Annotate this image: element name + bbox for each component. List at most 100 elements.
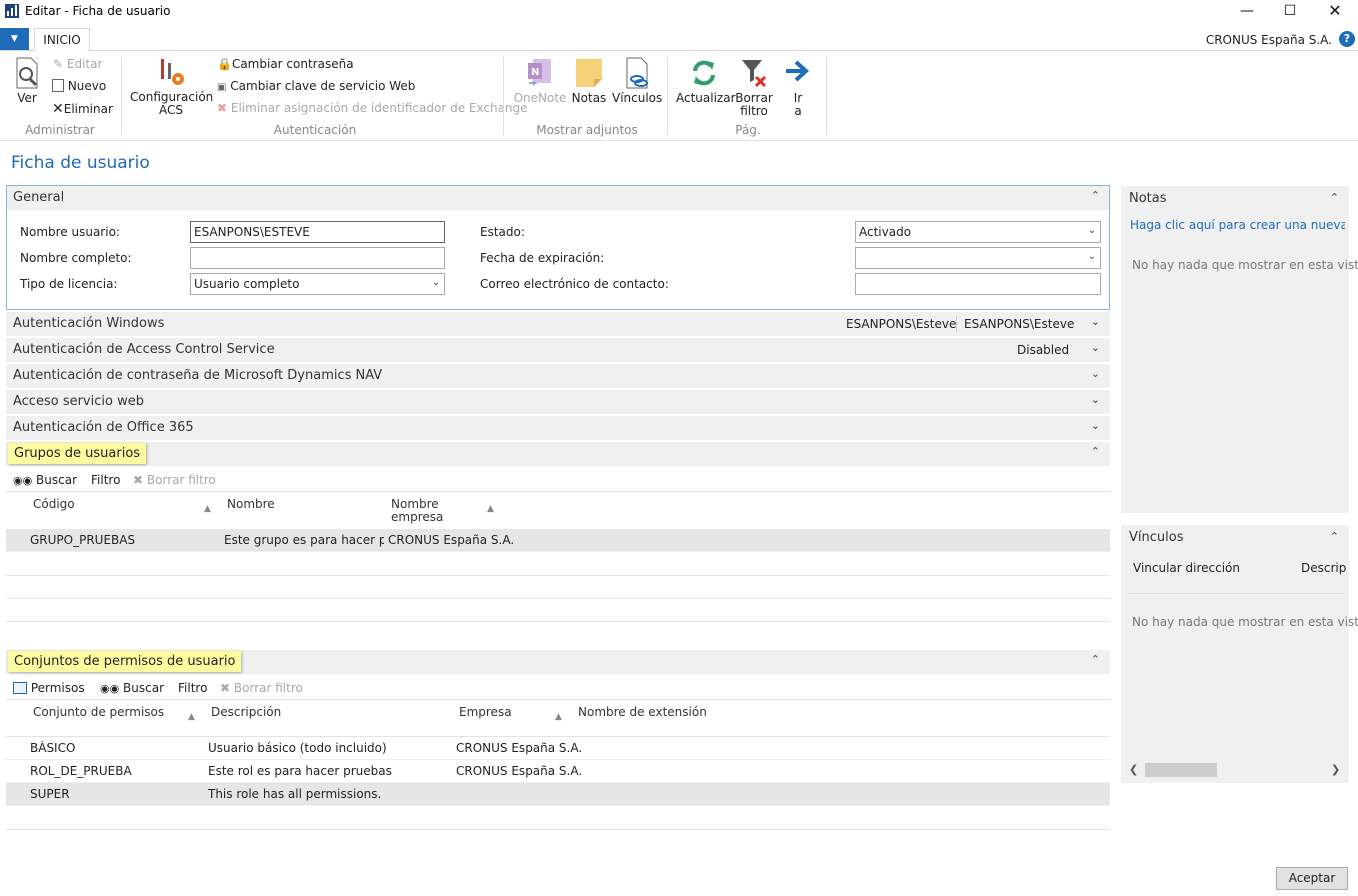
app-icon [5,4,19,18]
correo-input[interactable] [855,273,1101,295]
cambiar-clave-web-button[interactable]: ▣ Cambiar clave de servicio Web [217,79,415,93]
app-menu-button[interactable]: ▼ [0,28,29,50]
table-row[interactable]: ROL_DE_PRUEBA Este rol es para hacer pru… [6,760,1110,783]
sort-up-icon: ▲ [204,504,211,514]
fasttab-autenticacion-acs[interactable]: Autenticación de Access Control Service … [6,338,1110,362]
vinculos-empty-text: No hay nada que mostrar en esta vista. [1132,615,1358,629]
section-title: Autenticación de Office 365 [13,420,194,435]
cell-descripcion: Usuario básico (todo incluido) [208,741,387,755]
notas-button[interactable]: Notas [570,57,608,105]
group-label-administrar: Administrar [25,123,95,137]
divider [6,575,1110,576]
view-page-icon [16,57,38,89]
ir-a-button[interactable]: Ir a [780,57,816,118]
nombre-usuario-input[interactable]: ESANPONS\ESTEVE [190,221,445,243]
grupos-filtro-button[interactable]: Filtro [91,473,120,487]
scroll-left-icon[interactable]: ❮ [1129,763,1138,776]
minimize-button[interactable]: — [1224,0,1270,24]
group-label-adjuntos: Mostrar adjuntos [536,123,638,137]
ribbon-tabs: ▼ INICIO CRONUS España S.A. ? [0,28,1358,52]
col-nombre-empresa[interactable]: Nombre empresa [391,498,443,524]
chevron-up-icon[interactable]: ⌃ [1091,189,1100,202]
cell-conjunto: SUPER [30,787,70,801]
actualizar-button[interactable]: Actualizar [676,57,736,105]
cambiar-contrasena-button[interactable]: 🔒Cambiar contraseña [217,57,354,71]
pencil-icon: ✎ [53,57,64,71]
editar-button[interactable]: ✎ Editar [53,57,102,71]
chevron-up-icon: ⌃ [1090,445,1100,458]
cell-conjunto: BÁSICO [30,741,76,755]
fecha-expiracion-input[interactable]: ⌄ [855,247,1101,269]
scroll-right-icon[interactable]: ❯ [1331,763,1340,776]
close-button[interactable]: ✕ [1312,0,1358,24]
fasttab-grupos-usuarios[interactable]: ⌃ [6,442,1110,466]
notas-title: Notas [1129,191,1167,206]
binoculars-icon: ◉◉ [13,474,33,487]
grupos-borrar-filtro-button[interactable]: ✖ Borrar filtro [133,473,216,487]
section-title: Autenticación Windows [13,316,165,331]
grupos-buscar-button[interactable]: ◉◉ Buscar [13,473,77,487]
acs-status-value: Disabled [1017,343,1070,357]
tab-inicio[interactable]: INICIO [34,28,90,52]
permisos-filtro-button[interactable]: Filtro [178,681,207,695]
crear-nota-link[interactable]: Haga clic aquí para crear una nueva n... [1130,218,1345,232]
estado-select[interactable]: Activado ⌄ [855,221,1101,243]
col-descripcion[interactable]: Descripción [211,706,281,719]
fasttab-autenticacion-nav[interactable]: Autenticación de contraseña de Microsoft… [6,364,1110,388]
sort-up-icon: ▲ [188,712,195,722]
company-name: CRONUS España S.A. [1205,33,1332,47]
nombre-completo-input[interactable] [190,247,445,269]
eliminar-asignacion-button[interactable]: ✖ Eliminar asignación de identificador d… [217,101,528,115]
configuracion-acs-button[interactable]: Configuración ACS [130,57,213,117]
divider [6,699,1110,700]
chevron-down-icon: ⌄ [1090,367,1100,380]
group-label-pag: Pág. [735,123,761,137]
horizontal-scrollbar-thumb[interactable] [1145,763,1217,777]
col-nombre[interactable]: Nombre [227,498,275,511]
col-vincular-direccion[interactable]: Vincular dirección [1133,561,1240,575]
ribbon-separator [121,57,122,135]
binoculars-icon: ◉◉ [100,682,120,695]
table-row[interactable]: BÁSICO Usuario básico (todo incluido) CR… [6,737,1110,760]
col-codigo[interactable]: Código [33,498,75,511]
vinculos-button[interactable]: Vínculos [612,57,662,105]
onenote-icon: N [528,59,551,86]
ver-button[interactable]: Ver [10,57,44,105]
divider [1127,593,1343,594]
borrar-filtro-button[interactable]: Borrar filtro [734,57,774,118]
fecha-expiracion-label: Fecha de expiración: [480,251,605,265]
maximize-button[interactable]: ☐ [1267,0,1313,24]
notas-empty-text: No hay nada que mostrar en esta vista. [1132,258,1358,272]
onenote-button[interactable]: N OneNote [512,57,568,105]
general-title: General [13,190,65,205]
chevron-up-icon[interactable]: ⌃ [1330,530,1339,543]
tools-gear-icon [161,59,184,85]
estado-label: Estado: [480,225,525,239]
fasttab-acceso-servicio-web[interactable]: Acceso servicio web ⌄ [6,390,1110,414]
correo-label: Correo electrónico de contacto: [480,277,669,291]
nuevo-button[interactable]: Nuevo [52,79,106,93]
fasttab-autenticacion-windows[interactable]: Autenticación Windows ESANPONS\Esteve ES… [6,312,1110,336]
fasttab-autenticacion-office365[interactable]: Autenticación de Office 365 ⌄ [6,416,1110,440]
col-conjunto-permisos[interactable]: Conjunto de permisos [33,706,164,719]
eliminar-button[interactable]: ✕Eliminar [52,101,113,117]
help-icon[interactable]: ? [1339,31,1355,47]
permissions-icon [13,682,27,694]
col-descripcion[interactable]: Descripc [1301,561,1347,575]
delete-x-icon: ✕ [52,101,64,117]
vinculos-title: Vínculos [1129,530,1184,545]
table-row[interactable]: GRUPO_PRUEBAS Este grupo es para hacer p… [6,529,1110,552]
chevron-down-icon: ⌄ [1087,225,1096,236]
table-row[interactable]: SUPER This role has all permissions. [6,783,1110,806]
permisos-borrar-filtro-button[interactable]: ✖ Borrar filtro [220,681,303,695]
tipo-licencia-select[interactable]: Usuario completo ⌄ [190,273,445,295]
chevron-up-icon[interactable]: ⌃ [1330,191,1339,204]
permisos-button[interactable]: Permisos [13,681,85,695]
new-page-icon [52,79,64,92]
general-header[interactable]: General ⌃ [7,186,1109,210]
col-empresa[interactable]: Empresa [459,706,512,719]
windows-user-value: ESANPONS\Esteve [846,317,957,331]
aceptar-button[interactable]: Aceptar [1276,867,1348,890]
col-nombre-extension[interactable]: Nombre de extensión [578,706,707,719]
permisos-buscar-button[interactable]: ◉◉ Buscar [100,681,164,695]
